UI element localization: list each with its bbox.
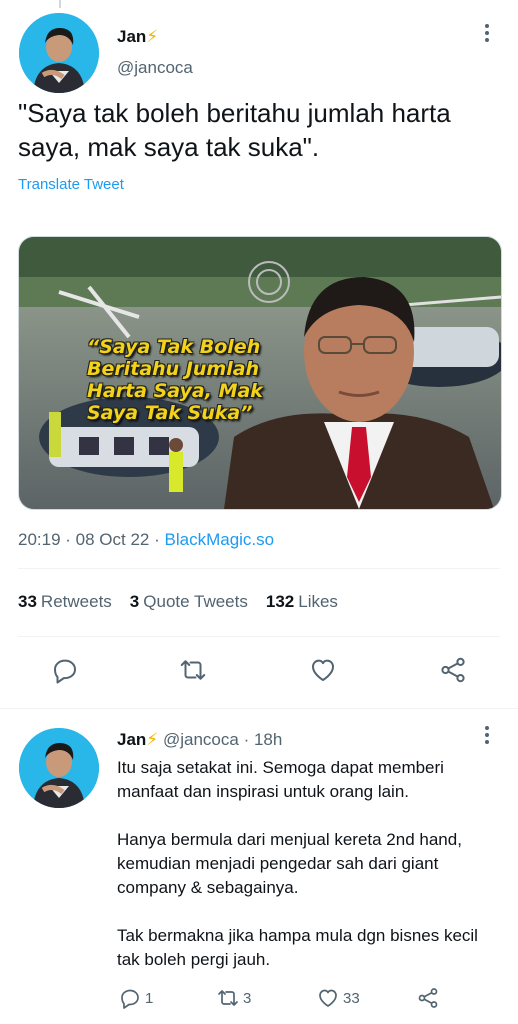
thread-connector-line xyxy=(59,0,61,8)
reply-age[interactable]: 18h xyxy=(254,730,282,749)
tweet-action-bar xyxy=(0,655,518,689)
share-icon xyxy=(418,988,438,1008)
tweet-text: "Saya tak boleh beritahu jumlah harta sa… xyxy=(18,98,451,162)
reply-author-name[interactable]: Jan⚡ xyxy=(117,730,158,749)
avatar[interactable] xyxy=(19,13,99,93)
divider xyxy=(18,636,500,637)
reply-avatar[interactable] xyxy=(19,728,99,808)
reply-paragraph: Tak bermakna jika hampa mula dgn bisnes … xyxy=(117,926,478,969)
author-name[interactable]: Jan⚡ xyxy=(117,27,158,47)
heart-icon xyxy=(312,659,334,681)
reply-retweet-button[interactable]: 3 xyxy=(216,986,251,1010)
quote-tweets-stat[interactable]: 3 Quote Tweets xyxy=(130,592,248,612)
reply-like-button[interactable]: 33 xyxy=(316,986,360,1010)
retweet-count: 3 xyxy=(243,989,252,1007)
likes-stat[interactable]: 132 Likes xyxy=(266,592,338,612)
retweets-stat[interactable]: 33 Retweets xyxy=(18,592,112,612)
tweet-stats: 33 Retweets 3 Quote Tweets 132 Likes xyxy=(18,592,338,612)
reply-paragraph: Hanya bermula dari menjual kereta 2nd ha… xyxy=(117,830,462,897)
separator-dot: · xyxy=(154,530,165,549)
reply-action-bar: 1 3 33 xyxy=(0,986,518,1012)
like-button[interactable] xyxy=(308,655,338,685)
divider xyxy=(18,568,500,569)
more-options-button[interactable] xyxy=(480,24,494,42)
reply-icon xyxy=(121,989,139,1009)
separator-dot: · xyxy=(65,530,76,549)
retweet-icon xyxy=(218,990,238,1006)
tweet-source-link[interactable]: BlackMagic.so xyxy=(165,530,275,549)
media-overlay-text: “Saya Tak Boleh Beritahu Jumlah Harta Sa… xyxy=(87,336,263,424)
tweet-time[interactable]: 20:19 xyxy=(18,530,61,549)
author-handle[interactable]: @jancoca xyxy=(117,58,193,78)
reply-share-button[interactable] xyxy=(416,986,440,1010)
heart-icon xyxy=(319,989,337,1007)
reply-header: Jan⚡ @jancoca · 18h xyxy=(117,730,282,750)
share-icon xyxy=(441,657,465,683)
retweet-button[interactable] xyxy=(178,655,208,685)
reply-button[interactable] xyxy=(50,655,80,685)
reply-author-handle[interactable]: @jancoca xyxy=(163,730,239,749)
tweet-media-image[interactable]: “Saya Tak Boleh Beritahu Jumlah Harta Sa… xyxy=(18,236,502,510)
lightning-icon: ⚡ xyxy=(146,730,159,749)
retweet-icon xyxy=(180,660,206,680)
more-icon xyxy=(480,24,494,42)
like-count: 33 xyxy=(343,989,360,1007)
avatar-image xyxy=(19,13,99,93)
more-icon xyxy=(480,726,494,744)
tweet-date[interactable]: 08 Oct 22 xyxy=(76,530,150,549)
translate-tweet-link[interactable]: Translate Tweet xyxy=(18,176,124,193)
reply-count: 1 xyxy=(145,989,154,1007)
reply-icon xyxy=(54,659,76,684)
reply-more-options-button[interactable] xyxy=(480,726,494,744)
divider xyxy=(0,708,518,709)
reply-text: Itu saja setakat ini. Semoga dapat membe… xyxy=(117,756,497,996)
share-button[interactable] xyxy=(438,655,468,685)
reply-reply-button[interactable]: 1 xyxy=(118,986,153,1010)
tweet-metadata: 20:19 · 08 Oct 22 · BlackMagic.so xyxy=(18,530,274,550)
reply-paragraph: Itu saja setakat ini. Semoga dapat membe… xyxy=(117,758,444,801)
lightning-icon: ⚡ xyxy=(146,27,159,46)
avatar-image xyxy=(19,728,99,808)
separator-dot: · xyxy=(243,730,250,749)
